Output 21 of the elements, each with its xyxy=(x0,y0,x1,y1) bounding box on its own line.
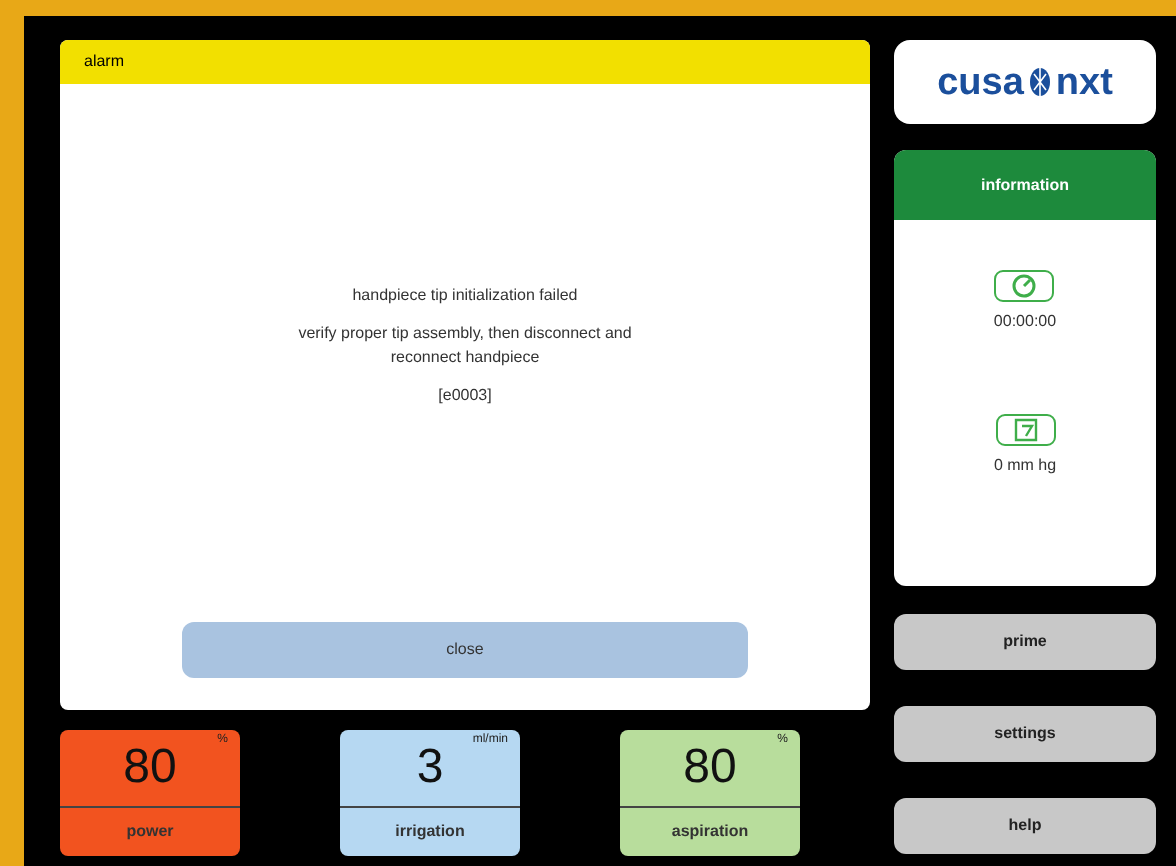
timer-icon xyxy=(994,270,1055,302)
setting-label: power xyxy=(126,820,174,844)
menu-button[interactable]: settings xyxy=(894,706,1156,762)
alarm-message: [e0003] xyxy=(438,384,492,408)
setting-label: aspiration xyxy=(671,820,749,844)
setting-label: irrigation xyxy=(395,820,465,844)
setting-value: 3 xyxy=(416,744,444,792)
information-value: 00:00:00 xyxy=(993,310,1057,334)
logo-icon xyxy=(1027,66,1052,98)
menu-button[interactable]: prime xyxy=(894,614,1156,670)
information-title: information xyxy=(981,173,1069,197)
logo-text: nxt xyxy=(1055,63,1113,101)
logo-text: cusa xyxy=(937,63,1024,101)
information-value: 0 mm hg xyxy=(993,454,1057,478)
setting-value: 80 xyxy=(683,744,737,792)
alarm-message: handpiece tip initialization failed xyxy=(352,284,578,308)
alarm-title: alarm xyxy=(84,50,125,74)
menu-button[interactable]: help xyxy=(894,798,1156,854)
setting-value: 80 xyxy=(123,744,177,792)
alarm-message: verify proper tip assembly, then disconnect and reconnect handpiece xyxy=(296,322,634,370)
close-button[interactable]: close xyxy=(182,622,748,678)
